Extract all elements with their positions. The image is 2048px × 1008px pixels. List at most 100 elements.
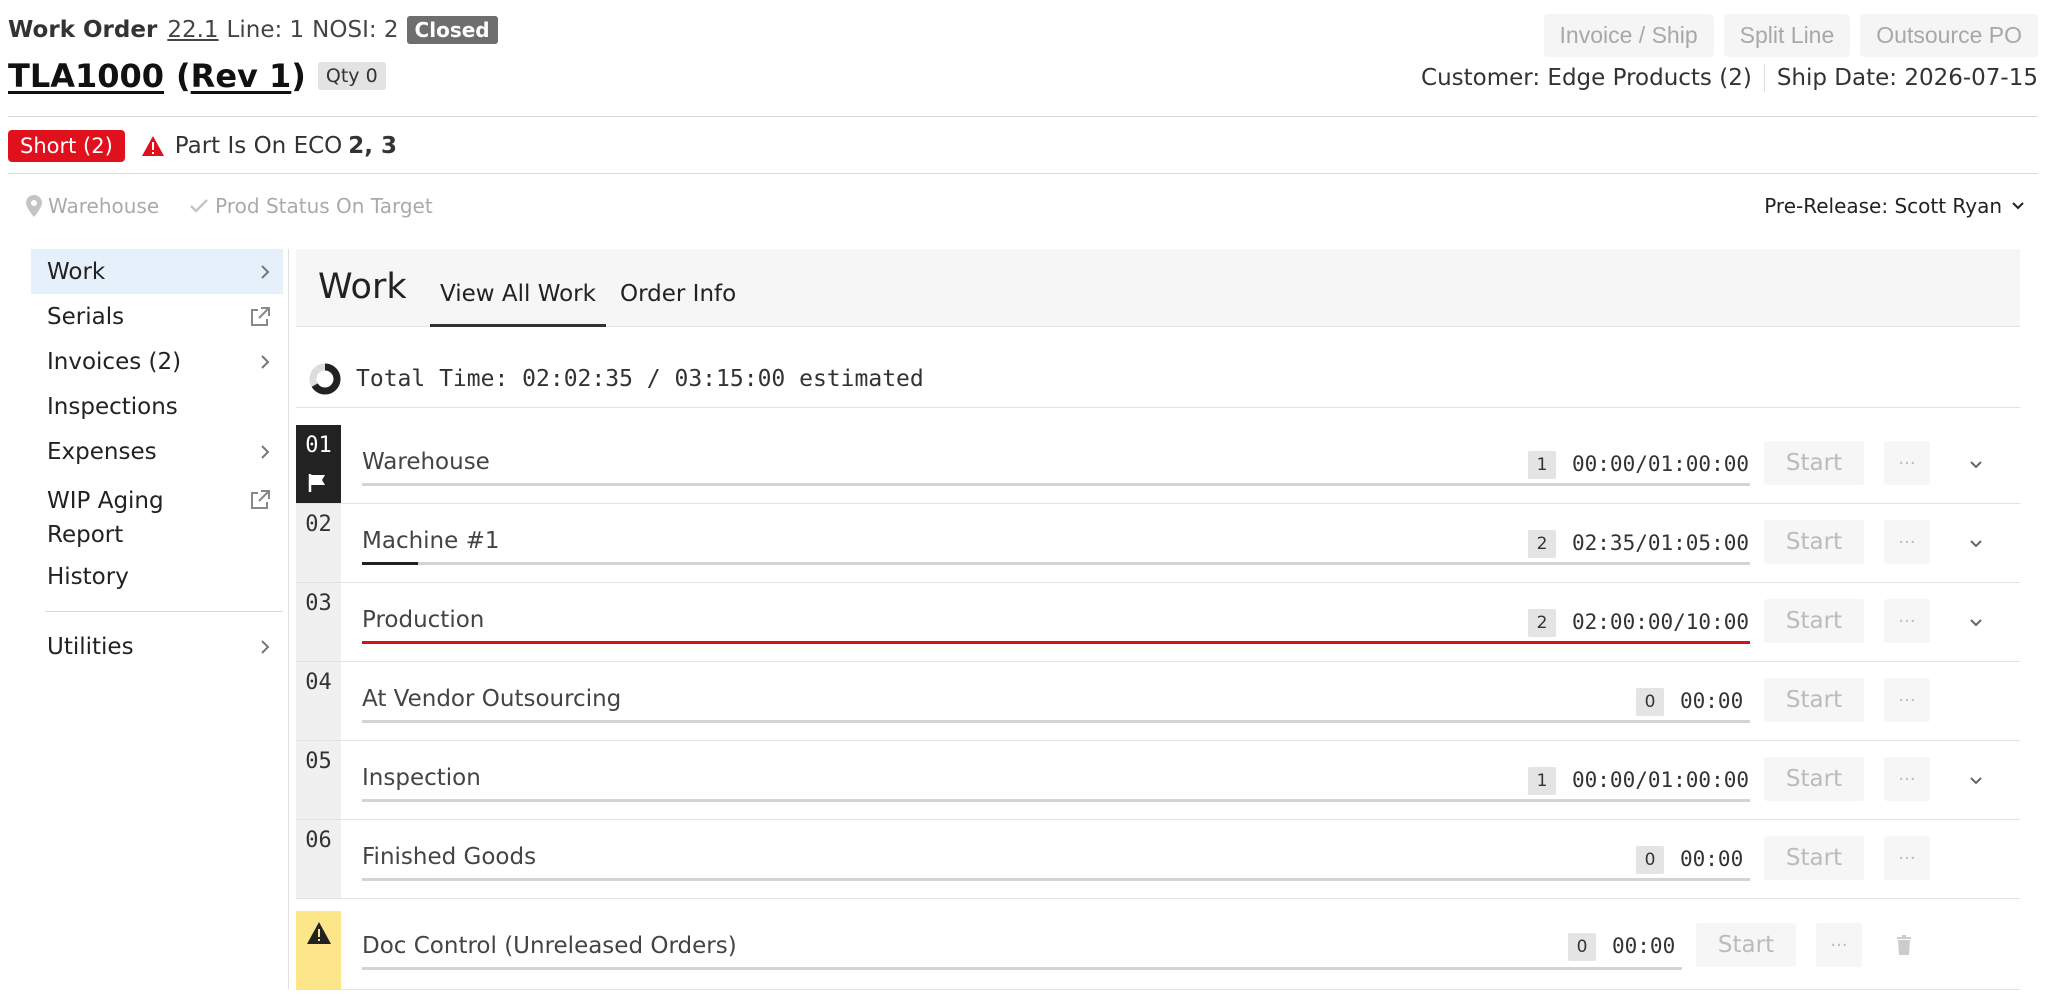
sidebar-item-label: Serials (47, 303, 125, 330)
operation-name[interactable]: Doc Control (Unreleased Orders) (362, 933, 737, 959)
operation-count-badge: 0 (1636, 846, 1664, 874)
work-order-label: Work Order (8, 17, 158, 43)
status-badge: Closed (406, 16, 498, 44)
start-button[interactable]: Start (1764, 757, 1864, 801)
prod-status-item: Prod Status On Target (189, 194, 433, 218)
start-button[interactable]: Start (1696, 923, 1796, 967)
operation-row[interactable]: 06 Finished Goods 0 00:00 Start ··· (296, 820, 2020, 899)
total-time-label: Total Time: 02:02:35 / 03:15:00 estimate… (356, 365, 924, 392)
more-options-button[interactable]: ··· (1884, 678, 1930, 722)
operation-name[interactable]: Finished Goods (362, 844, 536, 870)
progress-donut-icon (309, 363, 341, 394)
operation-progress-bar (362, 720, 1750, 723)
qty-badge: Qty 0 (317, 62, 386, 90)
start-button[interactable]: Start (1764, 441, 1864, 485)
chevron-down-icon[interactable] (1966, 454, 1986, 474)
pre-release-dropdown[interactable]: Pre-Release: Scott Ryan (1764, 190, 2026, 222)
eco-numbers[interactable]: 2, 3 (348, 133, 397, 159)
more-options-button[interactable]: ··· (1884, 599, 1930, 643)
sidebar-divider (45, 611, 283, 612)
short-badge[interactable]: Short (2) (8, 130, 125, 162)
external-link-icon (251, 490, 270, 509)
rev-open-paren: ( (176, 57, 191, 95)
sidebar-item-serials[interactable]: Serials (31, 294, 283, 339)
start-button[interactable]: Start (1764, 836, 1864, 880)
operation-row[interactable]: 01 Warehouse 1 00:00/01:00:00 Start ··· (296, 425, 2020, 504)
sidebar-item-invoices[interactable]: Invoices (2) (31, 339, 283, 384)
operation-progress-bar (362, 799, 1750, 802)
step-number: 02 (305, 512, 332, 537)
operation-name[interactable]: Warehouse (362, 449, 490, 475)
operation-name[interactable]: Machine #1 (362, 528, 500, 554)
operation-count-badge: 1 (1528, 767, 1556, 795)
step-gutter: 05 (296, 741, 341, 819)
more-options-button[interactable]: ··· (1884, 836, 1930, 880)
operation-row[interactable]: 05 Inspection 1 00:00/01:00:00 Start ··· (296, 741, 2020, 820)
start-button[interactable]: Start (1764, 599, 1864, 643)
tab-order-info[interactable]: Order Info (610, 275, 746, 327)
more-options-button[interactable]: ··· (1816, 923, 1862, 967)
status-row: Warehouse Prod Status On Target (26, 190, 463, 222)
chevron-down-icon[interactable] (1966, 533, 1986, 553)
operation-time: 00:00 (1680, 847, 1744, 871)
sidebar-item-label: Inspections (47, 393, 178, 420)
chevron-right-icon (261, 444, 270, 459)
operation-row[interactable]: 03 Production 2 02:00:00/10:00 Start ··· (296, 583, 2020, 662)
tab-view-all-work[interactable]: View All Work (430, 275, 606, 327)
start-button[interactable]: Start (1764, 520, 1864, 564)
doc-control-row[interactable]: Doc Control (Unreleased Orders) 0 00:00 … (296, 911, 2020, 990)
step-number: 06 (305, 828, 332, 853)
map-pin-icon (26, 195, 42, 217)
prod-status-label: Prod Status On Target (215, 194, 433, 218)
top-actions: Invoice / Ship Split Line Outsource PO (1543, 14, 2038, 57)
warning-icon (307, 922, 331, 944)
alert-row: Short (2) Part Is On ECO 2, 3 (8, 128, 397, 164)
revision-link[interactable]: Rev 1 (191, 57, 292, 95)
part-number-link[interactable]: TLA1000 (8, 57, 164, 95)
sidebar-item-expenses[interactable]: Expenses (31, 429, 283, 474)
work-panel-header: Work View All Work Order Info (296, 249, 2020, 327)
location-label: Warehouse (48, 194, 160, 218)
more-options-button[interactable]: ··· (1884, 441, 1930, 485)
sidebar-item-label: Utilities (47, 633, 134, 660)
sidebar-item-work[interactable]: Work (31, 249, 283, 294)
operation-name[interactable]: Production (362, 607, 484, 633)
chevron-down-icon[interactable] (1966, 770, 1986, 790)
divider (8, 173, 2038, 174)
step-number: 03 (305, 591, 332, 616)
warning-icon (141, 136, 164, 156)
split-line-button[interactable]: Split Line (1723, 14, 1851, 57)
panel-title: Work (318, 267, 407, 307)
more-options-button[interactable]: ··· (1884, 520, 1930, 564)
eco-text: Part Is On ECO (174, 133, 343, 159)
sidebar: Work Serials Invoices (2) Inspections Ex… (31, 249, 283, 669)
more-options-button[interactable]: ··· (1884, 757, 1930, 801)
operation-progress-bar (362, 483, 1750, 486)
part-header: TLA1000 (Rev 1) Qty 0 (8, 54, 386, 98)
eco-alert: Part Is On ECO 2, 3 (141, 133, 397, 159)
sidebar-item-history[interactable]: History (31, 554, 283, 599)
outsource-po-button[interactable]: Outsource PO (1860, 14, 2038, 57)
sidebar-item-inspections[interactable]: Inspections (31, 384, 283, 429)
step-number: 01 (305, 433, 332, 458)
work-order-number-link[interactable]: 22.1 (167, 17, 218, 43)
customer-ship-info: Customer: Edge Products (2) Ship Date: 2… (1421, 64, 2038, 92)
chevron-down-icon[interactable] (1966, 612, 1986, 632)
operation-name[interactable]: At Vendor Outsourcing (362, 686, 621, 712)
chevron-right-icon (261, 264, 270, 279)
invoice-ship-button[interactable]: Invoice / Ship (1543, 14, 1714, 57)
sidebar-item-wip-aging-report[interactable]: WIP Aging Report (31, 474, 283, 554)
sidebar-item-utilities[interactable]: Utilities (31, 624, 283, 669)
operations-list: 01 Warehouse 1 00:00/01:00:00 Start ··· … (296, 425, 2020, 990)
start-button[interactable]: Start (1764, 678, 1864, 722)
step-gutter: 02 (296, 504, 341, 582)
trash-icon[interactable] (1896, 935, 1912, 955)
panel-divider (288, 249, 289, 989)
sidebar-item-label: History (47, 563, 129, 590)
operation-name[interactable]: Inspection (362, 765, 481, 791)
pre-release-label: Pre-Release: Scott Ryan (1764, 194, 2002, 218)
operation-row[interactable]: 02 Machine #1 2 02:35/01:05:00 Start ··· (296, 504, 2020, 583)
operation-time: 02:00:00/10:00 (1572, 610, 1750, 634)
operation-row[interactable]: 04 At Vendor Outsourcing 0 00:00 Start ·… (296, 662, 2020, 741)
location-item[interactable]: Warehouse (26, 194, 159, 218)
